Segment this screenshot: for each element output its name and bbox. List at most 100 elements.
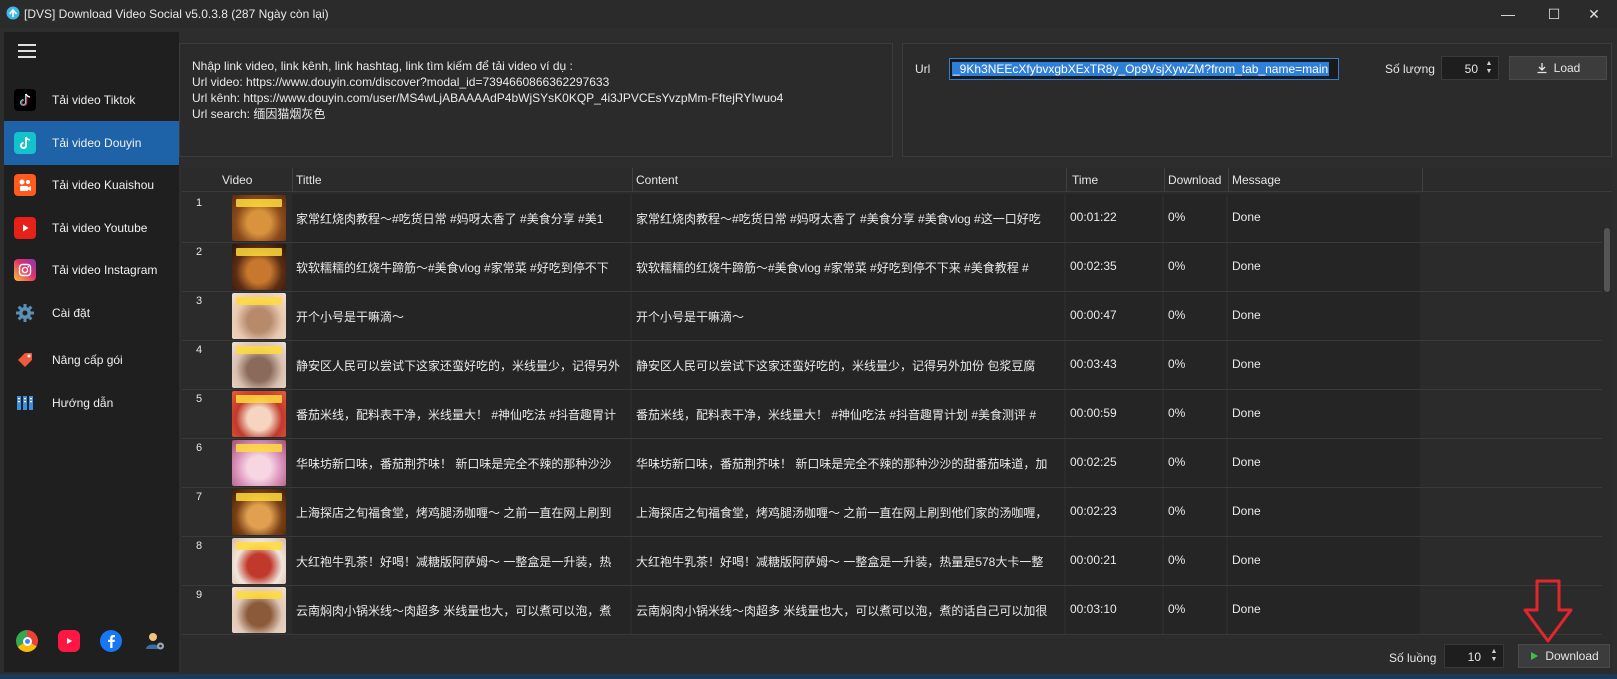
column-header-download[interactable]: Download (1168, 173, 1221, 187)
sidebar-item-douyin[interactable]: Tải video Douyin (4, 121, 179, 165)
youtube-shorts-icon[interactable] (58, 630, 80, 652)
table-row[interactable]: 8 大红袍牛乳茶！好喝！减糖版阿萨姆～ 一整盒是一升装，热 大红袍牛乳茶！好喝！… (182, 536, 1612, 586)
sidebar-item-settings[interactable]: Cài đặt (4, 291, 179, 335)
title-text: 云南焖肉小锅米线～肉超多 米线量也大，可以煮可以泡，煮 (296, 604, 612, 618)
spin-arrows-icon[interactable]: ▲ ▼ (1489, 648, 1499, 664)
load-button-label: Load (1553, 61, 1581, 75)
window-title: [DVS] Download Video Social v5.0.3.8 (28… (24, 7, 329, 21)
download-progress-text: 0% (1168, 259, 1186, 273)
time-cell: 00:01:22 (1066, 194, 1162, 242)
content-cell: 上海探店之旬福食堂，烤鸡腿汤咖喱～ 之前一直在网上刷到他们家的汤咖喱， (632, 488, 1064, 536)
sidebar-item-kuaishou[interactable]: Tải video Kuaishou (4, 163, 179, 207)
sidebar-item-instagram[interactable]: Tải video Instagram (4, 248, 179, 292)
column-header-message[interactable]: Message (1232, 173, 1281, 187)
spin-arrows-icon[interactable]: ▲ ▼ (1484, 60, 1494, 76)
title-text: 家常红烧肉教程～#吃货日常 #妈呀太香了 #美食分享 #美1 (296, 212, 604, 226)
quantity-value: 50 (1464, 62, 1478, 76)
download-progress-text: 0% (1168, 210, 1186, 224)
threads-stepper[interactable]: 10 ▲ ▼ (1444, 644, 1504, 668)
download-cell: 0% (1164, 292, 1226, 340)
column-header-video[interactable]: Video (222, 173, 252, 187)
gear-icon (14, 302, 36, 324)
download-cell: 0% (1164, 390, 1226, 438)
download-progress-text: 0% (1168, 308, 1186, 322)
table-row[interactable]: 9 云南焖肉小锅米线～肉超多 米线量也大，可以煮可以泡，煮 云南焖肉小锅米线～肉… (182, 585, 1612, 635)
sidebar-item-label: Tải video Tiktok (52, 93, 136, 107)
content-cell: 云南焖肉小锅米线～肉超多 米线量也大，可以煮可以泡，煮的话自己可以加很 (632, 586, 1064, 634)
content-cell: 番茄米线，配料表干净，米线量大！ #神仙吃法 #抖音趣胃计划 #美食测评 # (632, 390, 1064, 438)
content-text: 家常红烧肉教程～#吃货日常 #妈呀太香了 #美食分享 #美食vlog #这一口好… (636, 212, 1041, 226)
video-thumbnail[interactable] (232, 342, 286, 388)
content-cell: 家常红烧肉教程～#吃货日常 #妈呀太香了 #美食分享 #美食vlog #这一口好… (632, 194, 1064, 242)
table-row[interactable]: 7 上海探店之旬福食堂，烤鸡腿汤咖喱～ 之前一直在网上刷到 上海探店之旬福食堂，… (182, 487, 1612, 537)
table-row[interactable]: 2 软软糯糯的红烧牛蹄筋～#美食vlog #家常菜 #好吃到停不下 软软糯糯的红… (182, 242, 1612, 292)
title-text: 番茄米线，配料表干净，米线量大！ #神仙吃法 #抖音趣胃计 (296, 408, 617, 422)
close-button[interactable]: ✕ (1571, 0, 1617, 28)
column-header-time[interactable]: Time (1072, 173, 1098, 187)
video-thumbnail[interactable] (232, 489, 286, 535)
message-cell: Done (1228, 243, 1420, 291)
sidebar-item-tiktok[interactable]: Tải video Tiktok (4, 78, 179, 122)
message-text: Done (1232, 602, 1261, 616)
download-cell: 0% (1164, 243, 1226, 291)
row-number: 6 (196, 442, 203, 454)
row-number: 1 (196, 197, 203, 209)
support-agent-icon[interactable] (144, 630, 166, 652)
kuaishou-icon (14, 174, 36, 196)
video-thumbnail[interactable] (232, 440, 286, 486)
app-window: [DVS] Download Video Social v5.0.3.8 (28… (0, 0, 1617, 679)
video-thumbnail[interactable] (232, 293, 286, 339)
table-row[interactable]: 5 番茄米线，配料表干净，米线量大！ #神仙吃法 #抖音趣胃计 番茄米线，配料表… (182, 389, 1612, 439)
threads-value: 10 (1467, 650, 1481, 664)
row-number: 4 (196, 344, 203, 356)
title-bar: [DVS] Download Video Social v5.0.3.8 (28… (0, 0, 1617, 28)
message-cell: Done (1228, 292, 1420, 340)
time-cell: 00:03:10 (1066, 586, 1162, 634)
title-cell: 华味坊新口味，番茄荆芥味！ 新口味是完全不辣的那种沙沙 (292, 439, 630, 487)
table-row[interactable]: 4 静安区人民可以尝试下这家还蛮好吃的，米线量少，记得另外 静安区人民可以尝试下… (182, 340, 1612, 390)
time-cell: 00:02:23 (1066, 488, 1162, 536)
table-row[interactable]: 6 华味坊新口味，番茄荆芥味！ 新口味是完全不辣的那种沙沙 华味坊新口味，番茄荆… (182, 438, 1612, 488)
table-row[interactable]: 3 开个小号是干嘛滴～ 开个小号是干嘛滴～ 00:00:47 0% Done (182, 291, 1612, 341)
sidebar-item-upgrade[interactable]: Nâng cấp gói (4, 338, 179, 382)
url-label: Url (915, 62, 931, 76)
sidebar-footer-links (4, 622, 179, 662)
content-text: 上海探店之旬福食堂，烤鸡腿汤咖喱～ 之前一直在网上刷到他们家的汤咖喱， (636, 506, 1048, 520)
title-cell: 番茄米线，配料表干净，米线量大！ #神仙吃法 #抖音趣胃计 (292, 390, 630, 438)
url-input[interactable]: _9Kh3NEEcXfybvxgbXExTR8y_Op9VsjXywZM?fro… (949, 58, 1339, 80)
content-cell: 华味坊新口味，番茄荆芥味！ 新口味是完全不辣的那种沙沙的甜番茄味道，加 (632, 439, 1064, 487)
guide-icon (14, 392, 36, 414)
scrollbar-thumb[interactable] (1604, 228, 1610, 292)
sidebar-item-label: Tải video Youtube (52, 221, 148, 235)
title-cell: 静安区人民可以尝试下这家还蛮好吃的，米线量少，记得另外 (292, 341, 630, 389)
table-scrollbar[interactable] (1602, 192, 1612, 636)
download-progress-text: 0% (1168, 455, 1186, 469)
column-header-content[interactable]: Content (636, 173, 678, 187)
column-header-title[interactable]: Tittle (296, 173, 322, 187)
annotation-arrow-icon (1523, 579, 1573, 643)
chrome-icon[interactable] (16, 630, 38, 652)
sidebar-item-guide[interactable]: Hướng dẫn (4, 381, 179, 425)
table-row[interactable]: 1 家常红烧肉教程～#吃货日常 #妈呀太香了 #美食分享 #美1 家常红烧肉教程… (182, 193, 1612, 243)
title-text: 静安区人民可以尝试下这家还蛮好吃的，米线量少，记得另外 (296, 359, 621, 373)
content-text: 番茄米线，配料表干净，米线量大！ #神仙吃法 #抖音趣胃计划 #美食测评 # (636, 408, 1037, 422)
video-thumbnail[interactable] (232, 538, 286, 584)
content-cell: 软软糯糯的红烧牛蹄筋～#美食vlog #家常菜 #好吃到停不下来 #美食教程 # (632, 243, 1064, 291)
message-text: Done (1232, 210, 1261, 224)
instruction-example-video: Url video: https://www.douyin.com/discov… (192, 75, 610, 89)
video-thumbnail[interactable] (232, 244, 286, 290)
video-thumbnail[interactable] (232, 587, 286, 633)
sidebar-item-youtube[interactable]: Tải video Youtube (4, 206, 179, 250)
time-cell: 00:02:35 (1066, 243, 1162, 291)
content-cell: 开个小号是干嘛滴～ (632, 292, 1064, 340)
video-thumbnail[interactable] (232, 391, 286, 437)
title-text: 大红袍牛乳茶！好喝！减糖版阿萨姆～ 一整盒是一升装，热 (296, 555, 612, 569)
url-input-value: _9Kh3NEEcXfybvxgbXExTR8y_Op9VsjXywZM?fro… (952, 62, 1330, 76)
download-button[interactable]: Download (1518, 644, 1610, 668)
facebook-icon[interactable] (100, 630, 122, 652)
hamburger-menu-icon[interactable] (18, 44, 36, 58)
quantity-stepper[interactable]: 50 ▲ ▼ (1441, 56, 1499, 80)
video-thumbnail[interactable] (232, 195, 286, 241)
load-button[interactable]: Load (1509, 56, 1607, 80)
minimize-button[interactable]: — (1485, 0, 1531, 28)
